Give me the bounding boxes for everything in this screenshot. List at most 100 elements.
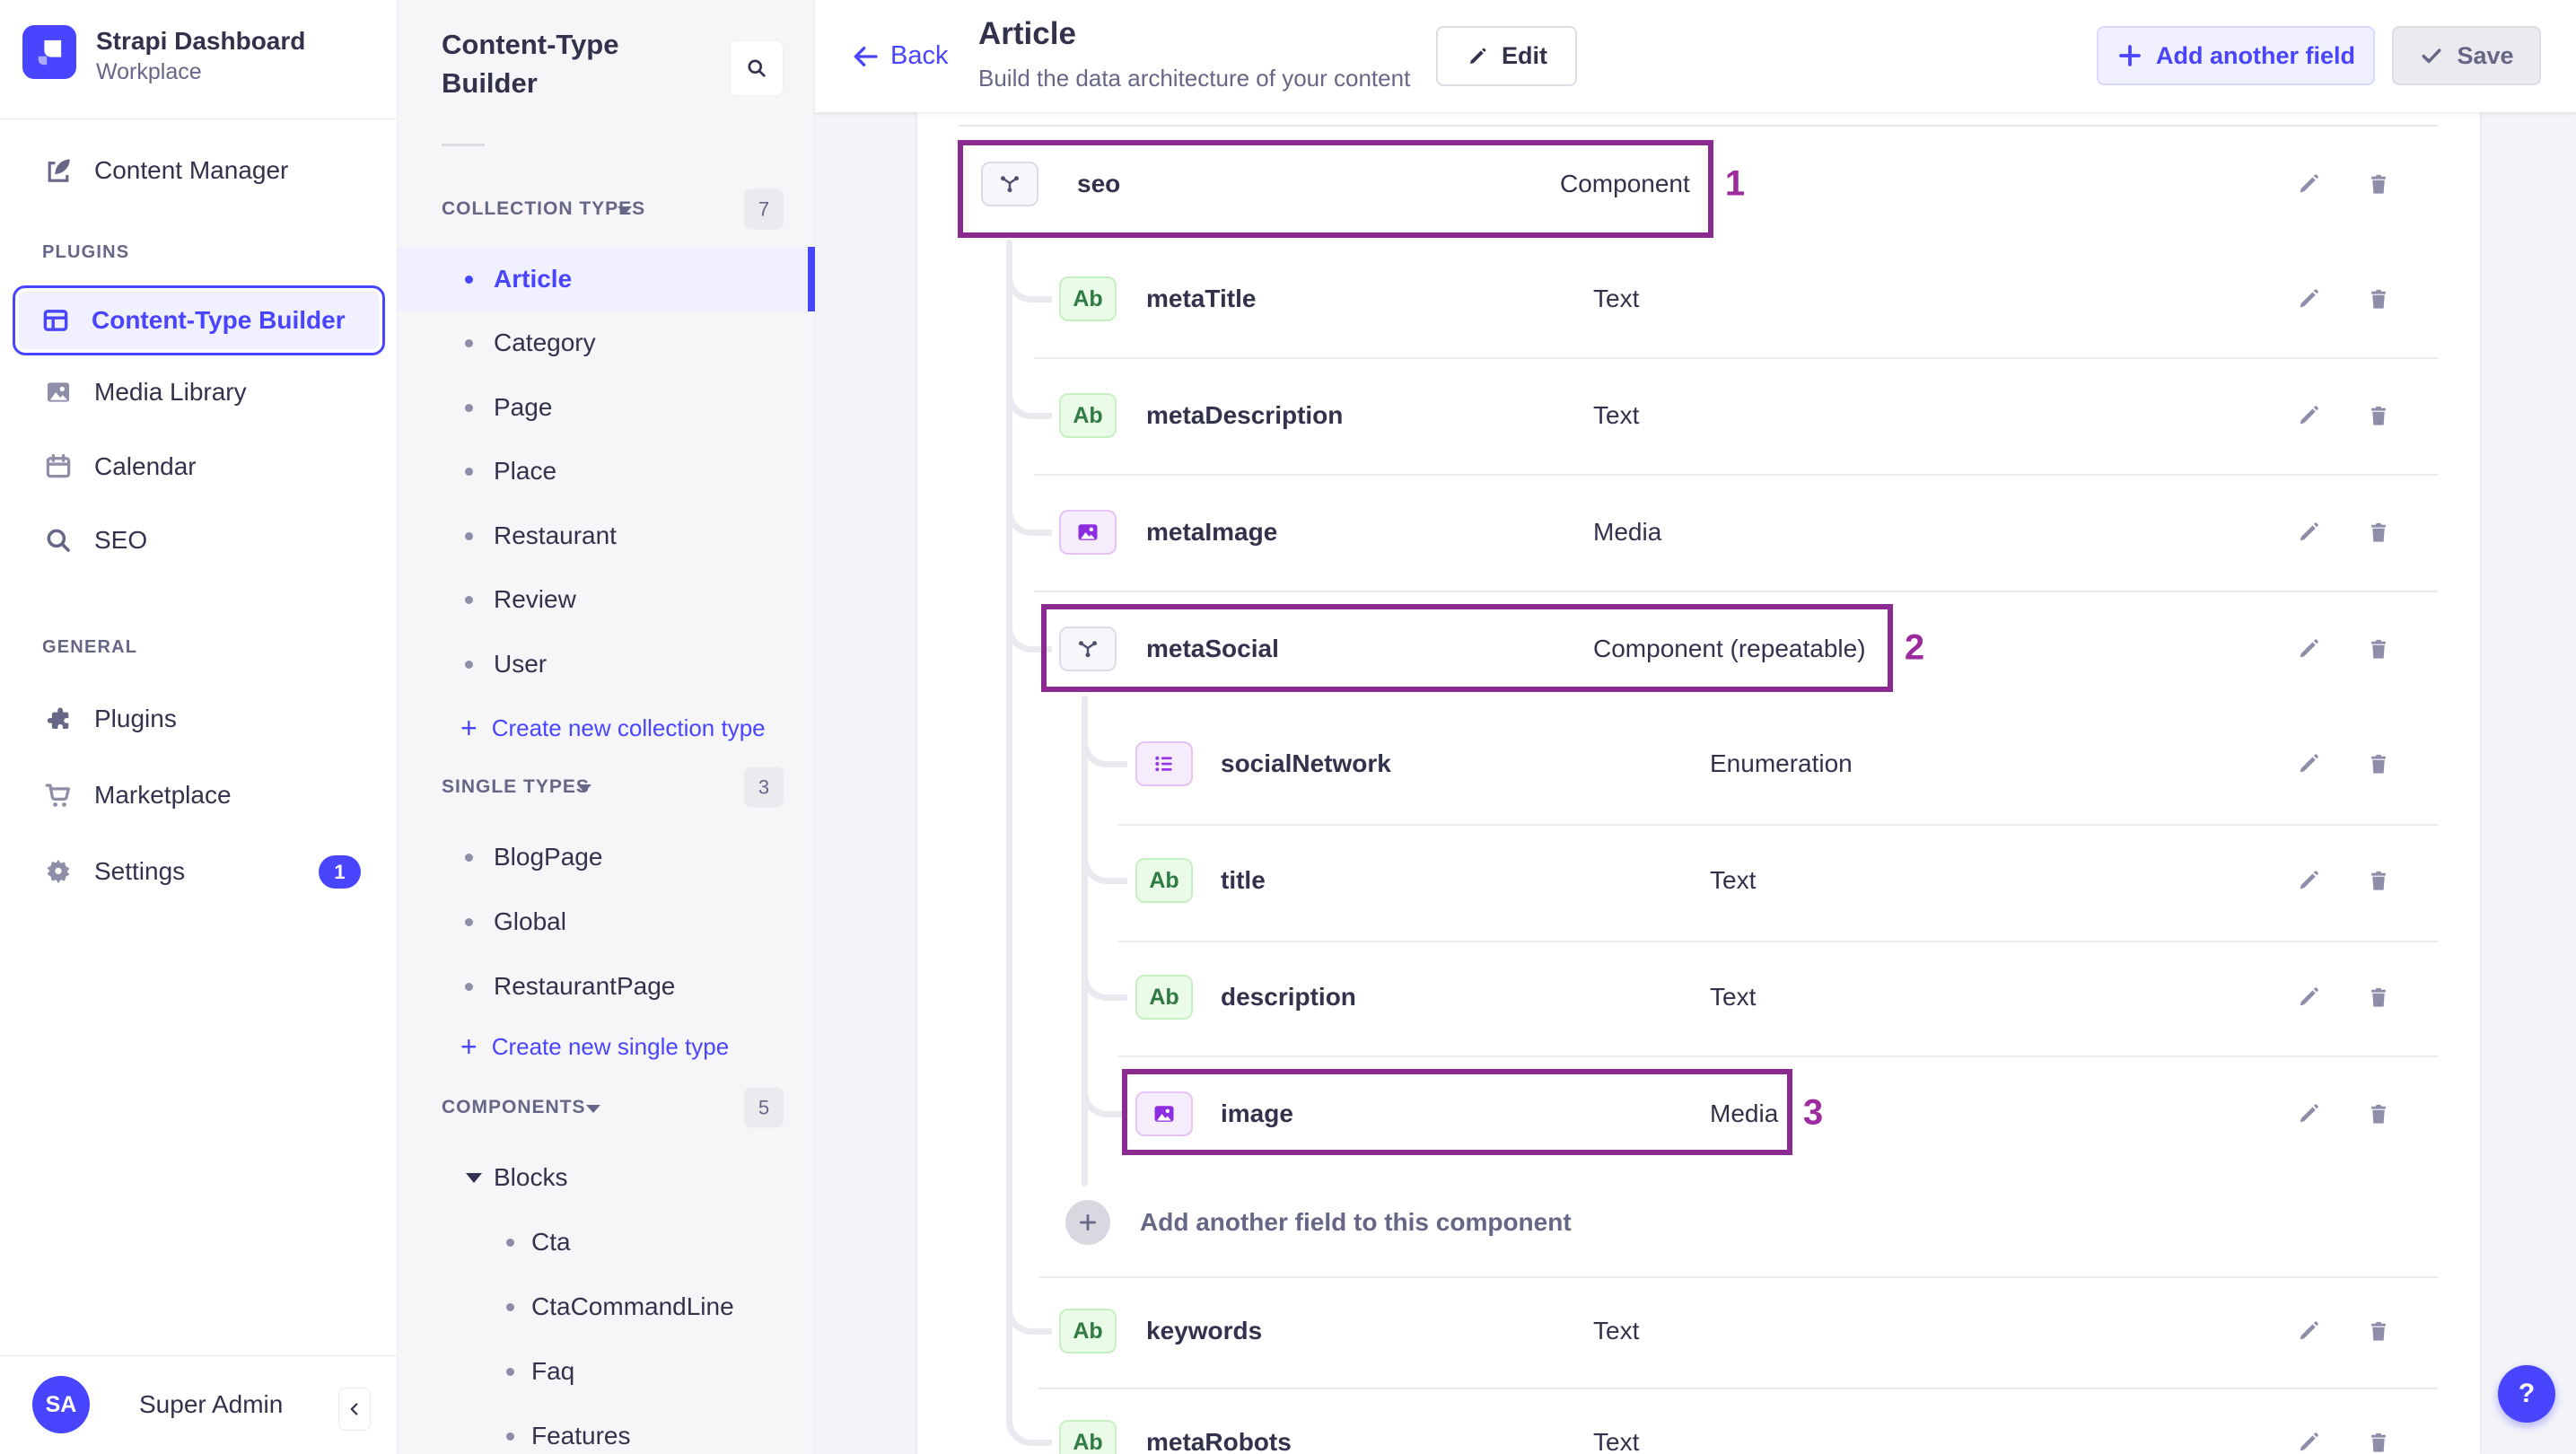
chevron-down-icon [586,1105,600,1113]
subnav-item-label: RestaurantPage [494,972,676,1000]
component-field-icon [1059,626,1117,671]
edit-field-button[interactable] [2295,171,2322,197]
edit-field-button[interactable] [2295,519,2322,546]
subnav-item-restaurant[interactable]: Restaurant [398,504,815,568]
selected-indicator [808,247,815,311]
delete-field-button[interactable] [2365,984,2392,1011]
annotation-number: 2 [1904,627,1925,668]
back-link[interactable]: Back [851,0,948,112]
add-component-field-label[interactable]: Add another field to this component [1140,1208,1572,1237]
edit-field-button[interactable] [2295,1429,2322,1454]
bullet-icon [465,917,473,926]
collapse-sidebar-button[interactable] [338,1388,371,1431]
nav-item-label: Content Manager [94,156,289,184]
subnav-item-ctacommandline[interactable]: CtaCommandLine [398,1274,815,1339]
delete-field-button[interactable] [2365,867,2392,894]
delete-field-button[interactable] [2365,285,2392,312]
field-type: Text [1710,866,1757,894]
field-type: Enumeration [1710,749,1853,777]
fields-panel: seo Component Ab metaTitle Text Ab metaDescrip… [917,112,2480,1454]
delete-field-button[interactable] [2365,519,2392,546]
content-background: seo Component Ab metaTitle Text Ab metaDescrip… [815,112,2576,1454]
subnav-item-cta[interactable]: Cta [398,1210,815,1274]
nav-item-content-type-builder[interactable]: Content-Type Builder [13,285,385,355]
edit-field-button[interactable] [2295,635,2322,662]
subnav-title: Content-Type Builder [442,29,619,99]
subnav-item-page[interactable]: Page [398,375,815,440]
chevron-down-icon [618,206,632,215]
delete-field-button[interactable] [2365,1318,2392,1345]
main-sidebar: Strapi Dashboard Workplace Content Manag… [0,0,398,1454]
delete-field-button[interactable] [2365,171,2392,197]
subnav-item-features[interactable]: Features [398,1404,815,1454]
create-new-type-link[interactable]: + Create new collection type [398,701,815,755]
subnav-section-header[interactable]: COLLECTION TYPES 7 [398,188,815,230]
nav-item-content-manager[interactable]: Content Manager [0,145,398,196]
text-field-icon: Ab [1059,393,1117,438]
bullet-icon [465,595,473,604]
subnav-item-review[interactable]: Review [398,567,815,632]
subnav-item-label: Page [494,393,553,421]
subnav-section-label: COLLECTION TYPES [442,198,646,219]
delete-field-button[interactable] [2365,402,2392,429]
field-type: Media [1710,1099,1779,1127]
add-component-field-button[interactable] [1065,1200,1110,1245]
nav-item-label: SEO [94,526,148,554]
edit-field-button[interactable] [2295,402,2322,429]
add-another-field-button[interactable]: Add another field [2097,26,2375,85]
add-field-label: Add another field [2156,41,2355,69]
subnav-item-place[interactable]: Place [398,439,815,504]
nav-item-label: Media Library [94,378,247,406]
subnav-item-blogpage[interactable]: BlogPage [398,825,815,889]
subnav-item-restaurantpage[interactable]: RestaurantPage [398,954,815,1019]
nav-item-seo[interactable]: SEO [0,515,398,565]
edit-field-button[interactable] [2295,285,2322,312]
nav-item-marketplace[interactable]: Marketplace [0,770,398,820]
subnav-item-label: Review [494,585,576,613]
user-avatar[interactable]: SA [32,1376,90,1433]
subnav-item-global[interactable]: Global [398,889,815,954]
tree-elbow [1082,839,1127,884]
tree-elbow [1082,956,1127,1001]
create-new-type-link[interactable]: + Create new single type [398,1020,815,1073]
back-label: Back [890,41,949,70]
subnav-item-article[interactable]: Article [398,247,815,311]
delete-field-button[interactable] [2365,750,2392,777]
nav-item-label: Plugins [94,705,177,732]
subnav-item-user[interactable]: User [398,632,815,696]
nav-item-label: Calendar [94,452,197,480]
save-button[interactable]: Save [2392,26,2541,85]
delete-field-button[interactable] [2365,635,2392,662]
nav-item-calendar[interactable]: Calendar [0,442,398,492]
bullet-icon [506,1238,514,1247]
edit-field-button[interactable] [2295,750,2322,777]
row-divider [1034,474,2438,476]
subnav-item-label: Place [494,457,557,485]
subnav-item-faq[interactable]: Faq [398,1339,815,1404]
subnav-section-header[interactable]: SINGLE TYPES 3 [398,766,815,808]
subnav-group-blocks[interactable]: Blocks [398,1145,815,1210]
bullet-icon [465,660,473,669]
subnav-item-category[interactable]: Category [398,311,815,375]
edit-field-button[interactable] [2295,1100,2322,1127]
plus-icon: + [460,1029,478,1063]
tree-elbow [1006,608,1052,653]
subnav-item-label: User [494,650,548,678]
edit-field-button[interactable] [2295,867,2322,894]
seo-search-icon [42,524,74,556]
subnav-item-label: BlogPage [494,843,603,871]
nav-item-media-library[interactable]: Media Library [0,367,398,417]
row-divider [1034,357,2438,359]
edit-field-button[interactable] [2295,984,2322,1011]
tree-elbow [1006,491,1052,536]
delete-field-button[interactable] [2365,1100,2392,1127]
delete-field-button[interactable] [2365,1429,2392,1454]
settings-notification-badge: 1 [319,855,361,889]
edit-field-button[interactable] [2295,1318,2322,1345]
subnav-section-header[interactable]: COMPONENTS 5 [398,1087,815,1128]
edit-button[interactable]: Edit [1436,26,1577,86]
tree-elbow [1082,723,1127,767]
help-button[interactable]: ? [2498,1365,2555,1423]
nav-item-plugins[interactable]: Plugins [0,694,398,744]
search-button[interactable] [730,40,784,96]
